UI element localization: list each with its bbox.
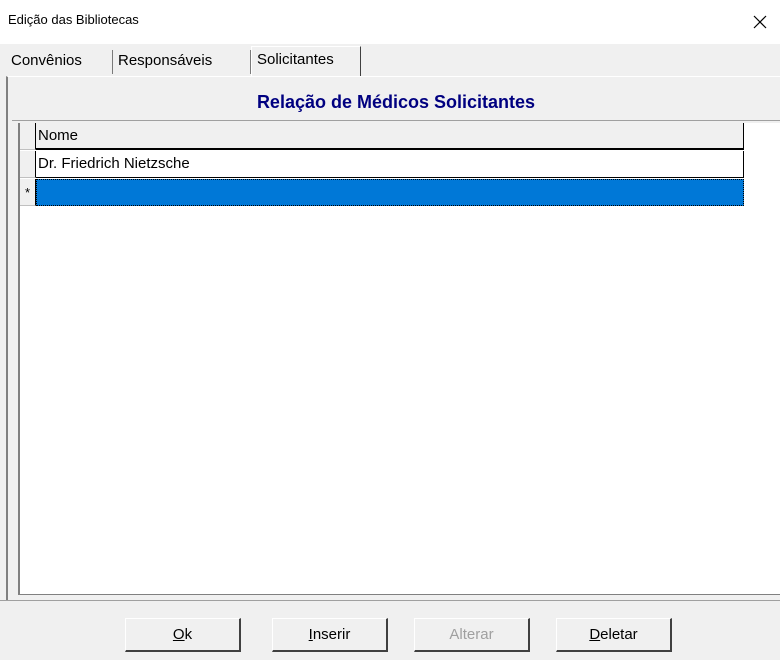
close-icon <box>753 15 767 29</box>
close-button[interactable] <box>740 0 780 44</box>
column-header-nome[interactable]: Nome <box>36 123 744 150</box>
panel-heading: Relação de Médicos Solicitantes <box>12 84 780 121</box>
row-selector[interactable] <box>20 151 36 178</box>
tab-label: Solicitantes <box>257 51 334 68</box>
alterar-label: Alterar <box>449 626 494 643</box>
cell-nome[interactable]: Dr. Friedrich Nietzsche <box>36 151 744 178</box>
alterar-button: Alterar <box>414 618 530 652</box>
new-row-marker[interactable]: * <box>20 179 36 206</box>
title-bar: Edição das Bibliotecas <box>0 0 780 44</box>
tab-strip: Convênios Responsáveis Solicitantes <box>6 46 780 76</box>
inserir-button[interactable]: Inserir <box>272 618 388 652</box>
tab-convenios[interactable]: Convênios <box>6 50 113 74</box>
deletar-accel: D <box>589 626 601 643</box>
deletar-button[interactable]: Deletar <box>556 618 672 652</box>
tab-label: Convênios <box>11 52 82 69</box>
cell-nome-new[interactable] <box>36 179 744 206</box>
tab-label: Responsáveis <box>118 52 213 69</box>
ok-label-rest: k <box>184 626 193 643</box>
deletar-label-rest: eletar <box>600 626 638 643</box>
tab-responsaveis[interactable]: Responsáveis <box>113 50 251 74</box>
tab-solicitantes[interactable]: Solicitantes <box>251 46 361 76</box>
row-selector-header[interactable] <box>20 123 36 150</box>
ok-accel: O <box>172 626 185 643</box>
button-bar: Ok Inserir Alterar Deletar <box>0 600 780 660</box>
solicitantes-grid[interactable]: Nome Dr. Friedrich Nietzsche * <box>18 123 780 595</box>
ok-button[interactable]: Ok <box>125 618 241 652</box>
window-title: Edição das Bibliotecas <box>8 12 139 27</box>
inserir-label-rest: nserir <box>312 626 351 643</box>
